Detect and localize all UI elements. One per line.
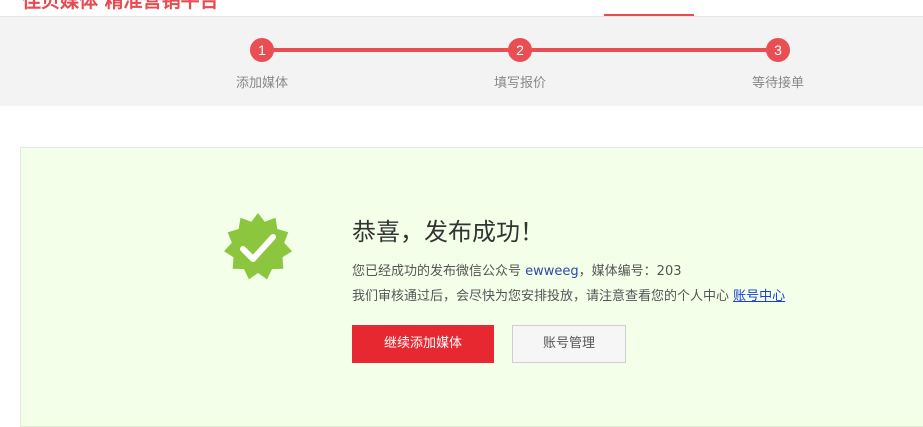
progress-steps: 1 添加媒体 2 填写报价 3 等待接单 <box>0 17 923 106</box>
continue-add-media-button[interactable]: 继续添加媒体 <box>352 325 494 363</box>
nav-active-indicator <box>604 14 694 16</box>
publish-info-prefix: 您已经成功的发布微信公众号 <box>352 264 522 279</box>
step-2-label: 填写报价 <box>493 76 546 91</box>
media-id-text: ，媒体编号：203 <box>578 264 682 279</box>
review-info-line: 我们审核通过后，会尽快为您安排投放，请注意查看您的个人中心 账号中心 <box>352 285 785 304</box>
step-connector-2 <box>520 48 778 52</box>
step-1-circle: 1 <box>250 38 274 62</box>
publish-info-line: 您已经成功的发布微信公众号 ewweeg，媒体编号：203 <box>352 260 682 279</box>
step-2-circle: 2 <box>508 38 532 62</box>
site-title[interactable]: 佳贝媒体 精准营销平台 <box>22 0 219 13</box>
account-name: ewweeg <box>525 264 579 279</box>
success-panel: 恭喜，发布成功！ 您已经成功的发布微信公众号 ewweeg，媒体编号：203 我… <box>20 147 923 427</box>
review-info-text: 我们审核通过后，会尽快为您安排投放，请注意查看您的个人中心 <box>352 289 730 304</box>
step-3-circle: 3 <box>766 38 790 62</box>
top-header: 佳贝媒体 精准营销平台 <box>0 0 923 17</box>
account-management-button[interactable]: 账号管理 <box>512 325 626 363</box>
account-center-link[interactable]: 账号中心 <box>733 289 785 304</box>
step-connector-1 <box>262 48 520 52</box>
success-check-icon <box>224 213 292 280</box>
step-3-label: 等待接单 <box>751 76 804 91</box>
success-title: 恭喜，发布成功！ <box>352 218 544 246</box>
step-1-label: 添加媒体 <box>235 76 288 91</box>
